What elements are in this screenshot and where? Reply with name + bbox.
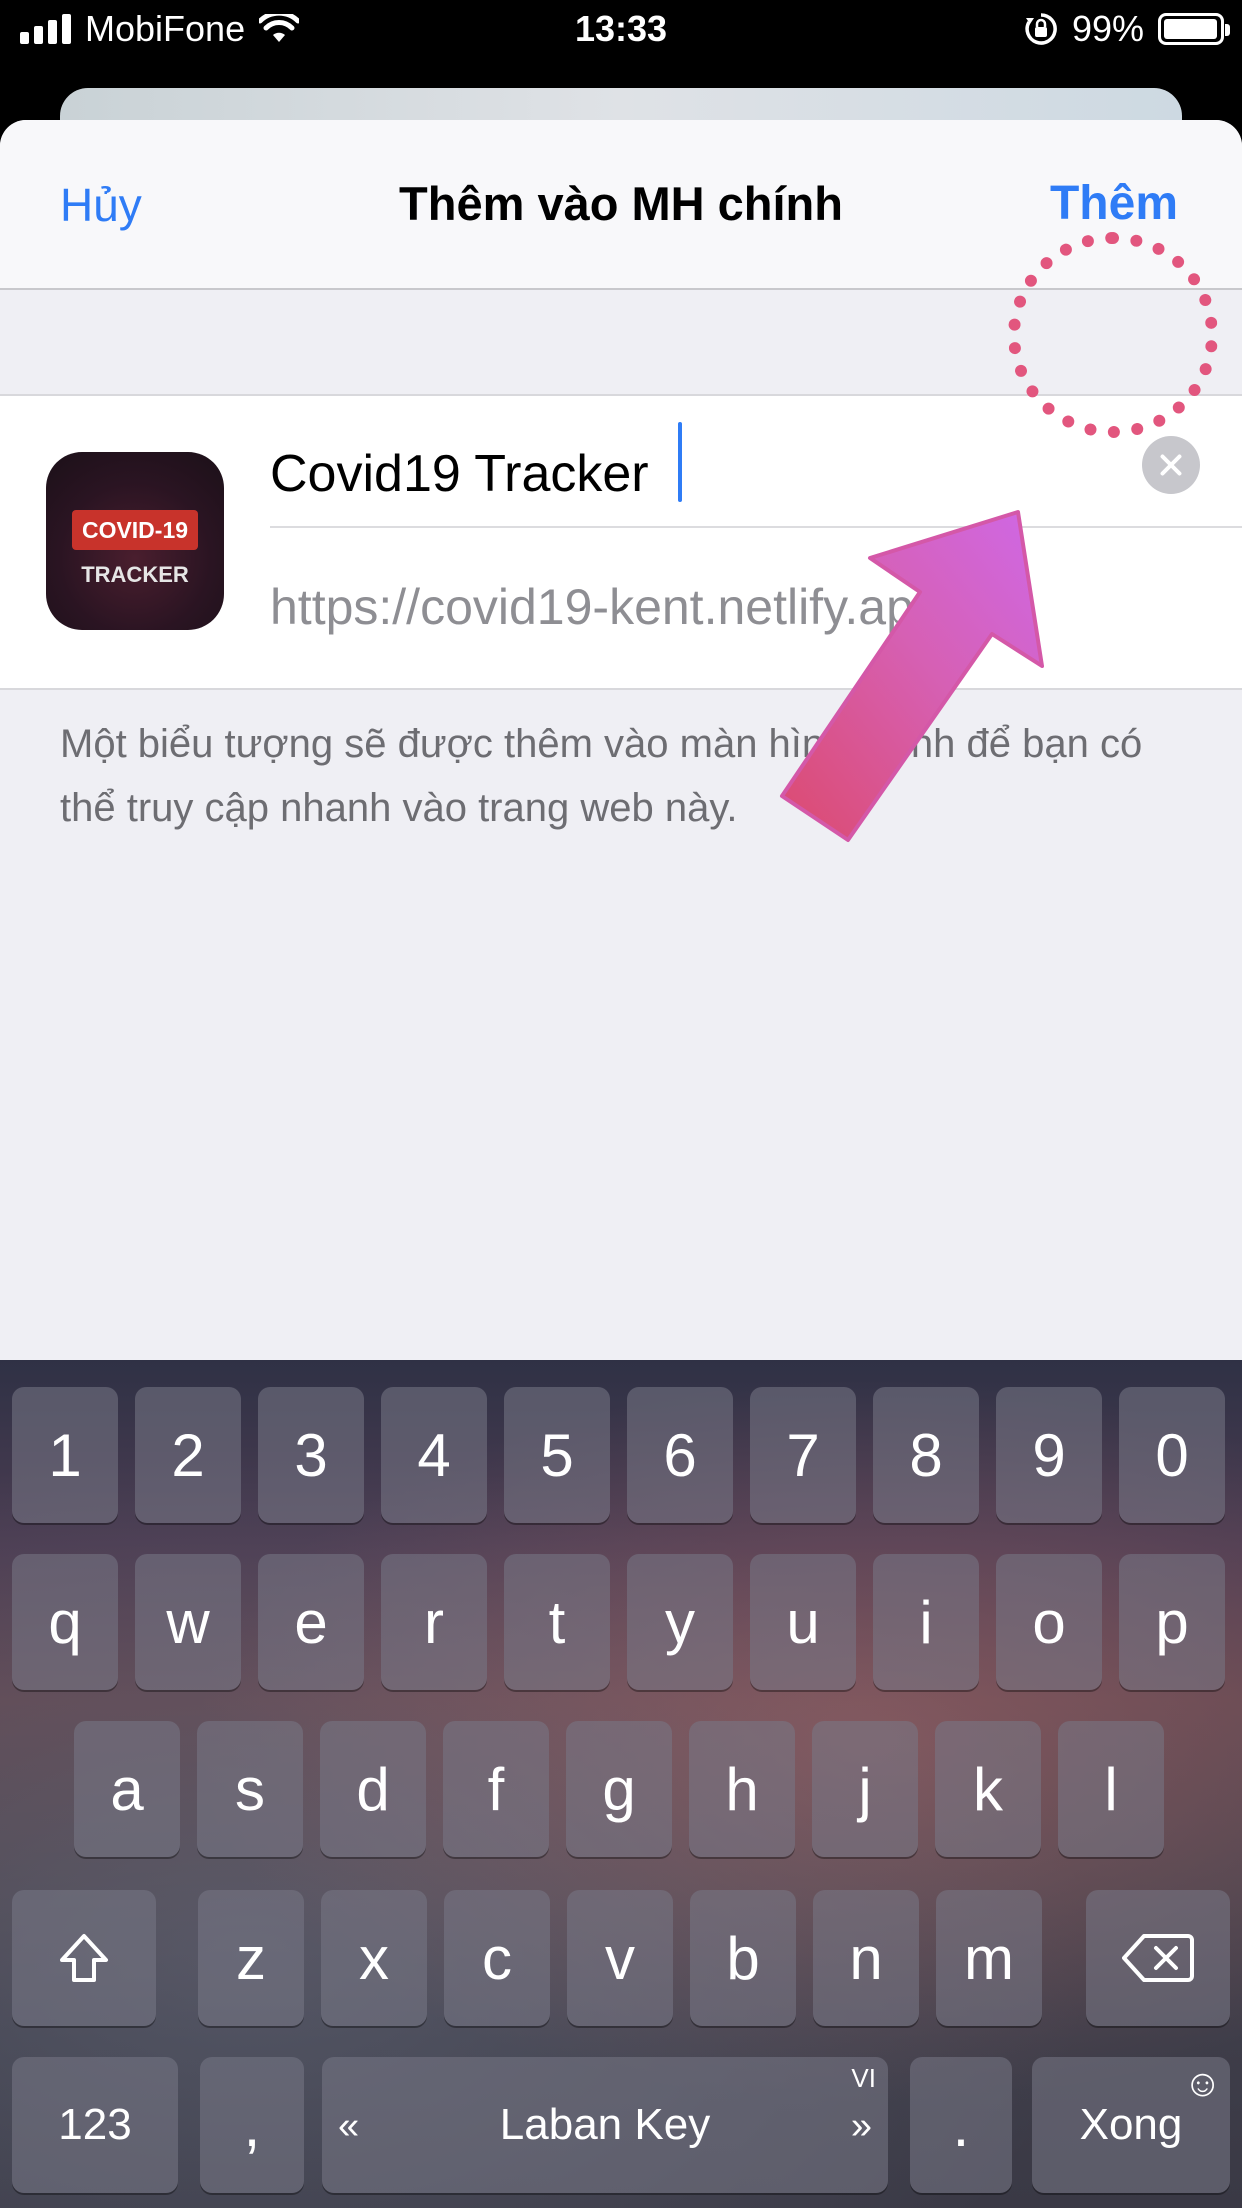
key-7[interactable]: 7 — [750, 1387, 856, 1523]
app-icon: COVID-19 TRACKER — [46, 452, 224, 630]
key-w[interactable]: w — [135, 1554, 241, 1690]
key-m[interactable]: m — [936, 1890, 1042, 2026]
key-h[interactable]: h — [689, 1721, 795, 1857]
key-n[interactable]: n — [813, 1890, 919, 2026]
numbers-key[interactable]: 123 — [12, 2057, 178, 2193]
key-g[interactable]: g — [566, 1721, 672, 1857]
add-button[interactable]: Thêm — [1050, 176, 1178, 231]
keyboard: 1234567890 qwertyuiop asdfghjkl zxcvbnm … — [0, 1360, 1242, 2208]
space-label: Laban Key — [499, 2100, 711, 2149]
key-6[interactable]: 6 — [627, 1387, 733, 1523]
key-t[interactable]: t — [504, 1554, 610, 1690]
key-8[interactable]: 8 — [873, 1387, 979, 1523]
app-icon-badge: COVID-19 — [72, 510, 198, 550]
shift-key[interactable] — [12, 1890, 156, 2026]
status-bar: MobiFone 13:33 99% — [0, 0, 1242, 64]
key-v[interactable]: v — [567, 1890, 673, 2026]
app-icon-subtitle: TRACKER — [81, 562, 189, 587]
key-k[interactable]: k — [935, 1721, 1041, 1857]
key-y[interactable]: y — [627, 1554, 733, 1690]
key-9[interactable]: 9 — [996, 1387, 1102, 1523]
shift-icon — [60, 1934, 108, 1982]
done-label: Xong — [1079, 2100, 1183, 2149]
done-key[interactable]: Xong ☺ — [1032, 2057, 1230, 2193]
language-tag: VI — [851, 2063, 876, 2093]
text-cursor — [678, 422, 682, 502]
add-to-home-sheet: Hủy Thêm vào MH chính Thêm COVID-19 TRAC… — [0, 120, 1242, 1360]
delete-key[interactable] — [1086, 1890, 1230, 2026]
battery-fill — [1164, 19, 1218, 39]
key-s[interactable]: s — [197, 1721, 303, 1857]
key-b[interactable]: b — [690, 1890, 796, 2026]
status-right: 99% — [1024, 8, 1230, 50]
key-z[interactable]: z — [198, 1890, 304, 2026]
key-0[interactable]: 0 — [1119, 1387, 1225, 1523]
key-q[interactable]: q — [12, 1554, 118, 1690]
pointer-arrow-icon — [780, 510, 1044, 842]
key-i[interactable]: i — [873, 1554, 979, 1690]
orientation-lock-icon — [1025, 13, 1057, 45]
chevron-right-icon: » — [850, 2105, 872, 2147]
key-e[interactable]: e — [258, 1554, 364, 1690]
key-2[interactable]: 2 — [135, 1387, 241, 1523]
key-f[interactable]: f — [443, 1721, 549, 1857]
key-u[interactable]: u — [750, 1554, 856, 1690]
key-o[interactable]: o — [996, 1554, 1102, 1690]
period-key[interactable]: . — [910, 2057, 1012, 2193]
battery-percent: 99% — [1071, 8, 1144, 49]
battery-icon — [1158, 13, 1230, 45]
field-divider — [270, 526, 1242, 528]
chevron-left-icon: « — [338, 2105, 360, 2147]
highlight-ring — [1008, 232, 1218, 438]
key-d[interactable]: d — [320, 1721, 426, 1857]
key-j[interactable]: j — [812, 1721, 918, 1857]
clear-text-icon[interactable] — [1142, 436, 1200, 494]
key-p[interactable]: p — [1119, 1554, 1225, 1690]
space-key[interactable]: « Laban Key VI » — [322, 2057, 888, 2193]
key-1[interactable]: 1 — [12, 1387, 118, 1523]
key-x[interactable]: x — [321, 1890, 427, 2026]
key-r[interactable]: r — [381, 1554, 487, 1690]
key-3[interactable]: 3 — [258, 1387, 364, 1523]
key-a[interactable]: a — [74, 1721, 180, 1857]
emoji-icon[interactable]: ☺ — [1183, 2063, 1222, 2106]
key-4[interactable]: 4 — [381, 1387, 487, 1523]
backspace-icon — [1122, 1934, 1194, 1982]
comma-key[interactable]: , — [200, 2057, 304, 2193]
key-5[interactable]: 5 — [504, 1387, 610, 1523]
key-l[interactable]: l — [1058, 1721, 1164, 1857]
key-c[interactable]: c — [444, 1890, 550, 2026]
